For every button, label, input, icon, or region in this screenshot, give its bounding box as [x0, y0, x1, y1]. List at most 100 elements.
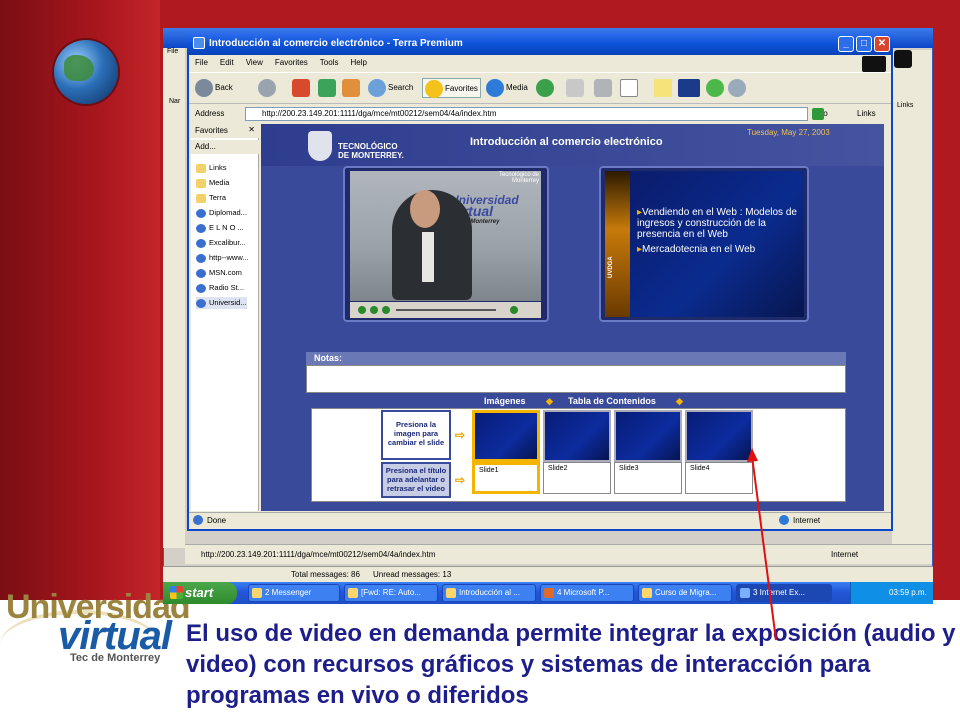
task-introduccion[interactable]: Introducción al ... — [442, 584, 536, 602]
video-seek-bar[interactable] — [396, 309, 496, 311]
menu-tools[interactable]: Tools — [314, 55, 345, 67]
page-scrollbar[interactable] — [884, 124, 891, 511]
media-button[interactable]: Media — [486, 78, 528, 98]
history-button[interactable] — [536, 78, 556, 98]
edit-button[interactable] — [620, 78, 640, 98]
chat-icon — [728, 78, 746, 97]
menu-favorites[interactable]: Favorites — [269, 55, 314, 67]
ie-menubar: File Edit View Favorites Tools Help — [189, 55, 891, 71]
favorites-item[interactable]: MSN.com — [196, 267, 242, 279]
messenger-icon — [252, 588, 262, 598]
slide-title-1[interactable]: Slide1 — [472, 462, 540, 494]
search-button[interactable]: Search — [368, 78, 413, 98]
messenger-button[interactable] — [728, 78, 748, 98]
go-arrow-icon[interactable] — [812, 108, 824, 120]
mail-button[interactable] — [566, 78, 586, 98]
task-internet-explorer[interactable]: 3 Internet Ex... — [736, 584, 832, 602]
pause-icon[interactable] — [370, 306, 378, 314]
volume-icon[interactable] — [510, 306, 518, 314]
menu-help[interactable]: Help — [344, 55, 372, 67]
video-presenter-shirt — [422, 232, 434, 282]
favorites-item[interactable]: Universid... — [196, 297, 247, 309]
task-label: 4 Microsoft P... — [557, 588, 610, 597]
visa-button[interactable] — [678, 78, 702, 98]
favorites-button[interactable]: Favorites — [422, 78, 481, 98]
notes-textarea[interactable] — [306, 365, 846, 393]
refresh-button[interactable] — [318, 78, 338, 98]
outer-address-bar: http://200.23.149.201:1111/dga/mce/mt002… — [185, 544, 932, 564]
slide-title-2[interactable]: Slide2 — [543, 462, 611, 494]
ie-page-icon — [196, 298, 206, 308]
media-label: Media — [506, 83, 528, 92]
favorites-item[interactable]: Terra — [196, 192, 226, 204]
slide-thumb-2[interactable] — [543, 410, 611, 462]
minimize-button[interactable]: _ — [838, 36, 854, 52]
logo-tec: Tec de Monterrey — [70, 652, 161, 664]
slide-thumb-3[interactable] — [614, 410, 682, 462]
tab-images[interactable]: Imágenes — [484, 394, 526, 408]
slide-thumb-1[interactable] — [472, 410, 540, 462]
favorites-item[interactable]: Radio St... — [196, 282, 244, 294]
favorites-item[interactable]: Links — [196, 162, 227, 174]
media-icon — [486, 78, 504, 97]
folder-icon — [196, 178, 206, 188]
task-curso[interactable]: Curso de Migra... — [638, 584, 732, 602]
ie-icon — [740, 588, 750, 598]
links-button[interactable]: Links — [857, 109, 876, 118]
ie-page-icon — [196, 238, 206, 248]
ie-title: Introducción al comercio electrónico - T… — [187, 33, 893, 55]
favorites-item-label: Media — [209, 178, 230, 187]
favorites-item[interactable]: E L N O ... — [196, 222, 244, 234]
outer-status-internet: Internet — [831, 550, 859, 559]
play-icon[interactable] — [358, 306, 366, 314]
stop-button[interactable] — [292, 78, 312, 98]
menu-edit[interactable]: Edit — [214, 55, 240, 67]
task-fwd[interactable]: [Fwd: RE: Auto... — [344, 584, 438, 602]
back-button[interactable]: Back — [195, 78, 233, 98]
folder-icon — [196, 193, 206, 203]
arrow-right-icon: ⇨ — [455, 473, 466, 487]
address-input[interactable]: http://200.23.149.201:1111/dga/mce/mt002… — [245, 107, 808, 121]
notes-button[interactable] — [654, 78, 674, 98]
forward-button[interactable] — [258, 78, 278, 98]
menu-file[interactable]: File — [189, 55, 214, 67]
favorites-item-label: Terra — [209, 193, 227, 202]
favorites-item-label: MSN.com — [209, 268, 242, 277]
favorites-item[interactable]: Diplomad... — [196, 207, 247, 219]
slide-bullet: ▸Mercadotecnia en el Web — [637, 244, 802, 255]
tab-contents[interactable]: Tabla de Contenidos — [568, 394, 656, 408]
task-powerpoint[interactable]: 4 Microsoft P... — [540, 584, 634, 602]
outer-links[interactable]: Links — [897, 102, 913, 109]
word-icon — [620, 78, 638, 97]
ie-status-bar: Done Internet — [189, 512, 891, 528]
slide-title-3[interactable]: Slide3 — [614, 462, 682, 494]
slide-thumb-4[interactable] — [685, 410, 753, 462]
video-controls — [350, 302, 541, 318]
stop-icon[interactable] — [382, 306, 390, 314]
tec-line1: TECNOLÓGICO — [338, 142, 398, 151]
favorites-item[interactable]: Excalibur... — [196, 237, 246, 249]
page-date: Tuesday, May 27, 2003 — [747, 128, 830, 137]
tec-line2: DE MONTERREY. — [338, 151, 404, 160]
star-icon — [425, 79, 443, 98]
home-button[interactable] — [342, 78, 362, 98]
menu-view[interactable]: View — [240, 55, 269, 67]
print-button[interactable] — [594, 78, 614, 98]
outer-status-bar: Total messages: 86 Unread messages: 13 — [163, 566, 933, 582]
mail-icon — [348, 588, 358, 598]
back-arrow-icon — [195, 78, 213, 97]
close-icon[interactable]: ✕ — [248, 125, 255, 134]
icq-button[interactable] — [706, 78, 726, 98]
maximize-button[interactable]: □ — [856, 36, 872, 52]
favorites-add-button[interactable]: Add... — [191, 140, 259, 154]
search-icon — [368, 78, 386, 97]
document-icon — [446, 588, 456, 598]
favorites-item[interactable]: http--www... — [196, 252, 249, 264]
outer-file-menu[interactable]: File — [167, 48, 178, 55]
close-button[interactable]: ✕ — [874, 36, 890, 52]
slide-bullet: ▸Vendiendo en el Web : Modelos de ingres… — [637, 207, 802, 240]
slide-title-4[interactable]: Slide4 — [685, 462, 753, 494]
favorites-item[interactable]: Media — [196, 177, 229, 189]
visa-icon — [678, 78, 700, 97]
task-messenger[interactable]: 2 Messenger — [248, 584, 340, 602]
